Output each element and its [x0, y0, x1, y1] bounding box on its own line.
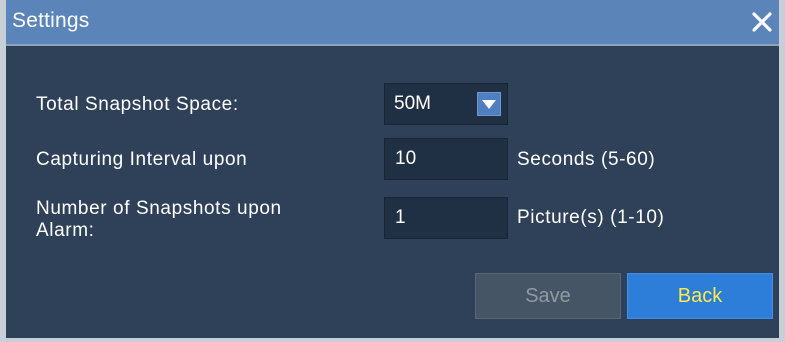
chevron-down-icon [482, 100, 496, 109]
interval-label: Capturing Interval upon [36, 149, 248, 170]
close-icon [752, 12, 772, 32]
total-space-label: Total Snapshot Space: [36, 94, 239, 115]
alarm-count-label-line2: Alarm: [36, 220, 95, 241]
dialog-body: Total Snapshot Space: 50M Capturing Inte… [6, 46, 779, 338]
alarm-count-label-line1: Number of Snapshots upon [36, 198, 282, 219]
settings-dialog: Settings Total Snapshot Space: 50M Captu… [0, 0, 785, 342]
alarm-count-unit: Picture(s) (1-10) [517, 207, 665, 228]
close-button[interactable] [745, 4, 777, 38]
dialog-titlebar: Settings [6, 0, 779, 44]
dialog-title: Settings [12, 9, 90, 32]
interval-unit: Seconds (5-60) [517, 149, 656, 170]
dropdown-button[interactable] [477, 92, 501, 116]
save-button[interactable]: Save [475, 273, 621, 319]
interval-input[interactable] [384, 138, 508, 180]
total-space-select[interactable]: 50M [384, 83, 508, 125]
back-button[interactable]: Back [627, 273, 773, 319]
alarm-count-input[interactable] [384, 197, 508, 239]
total-space-value: 50M [394, 93, 431, 114]
